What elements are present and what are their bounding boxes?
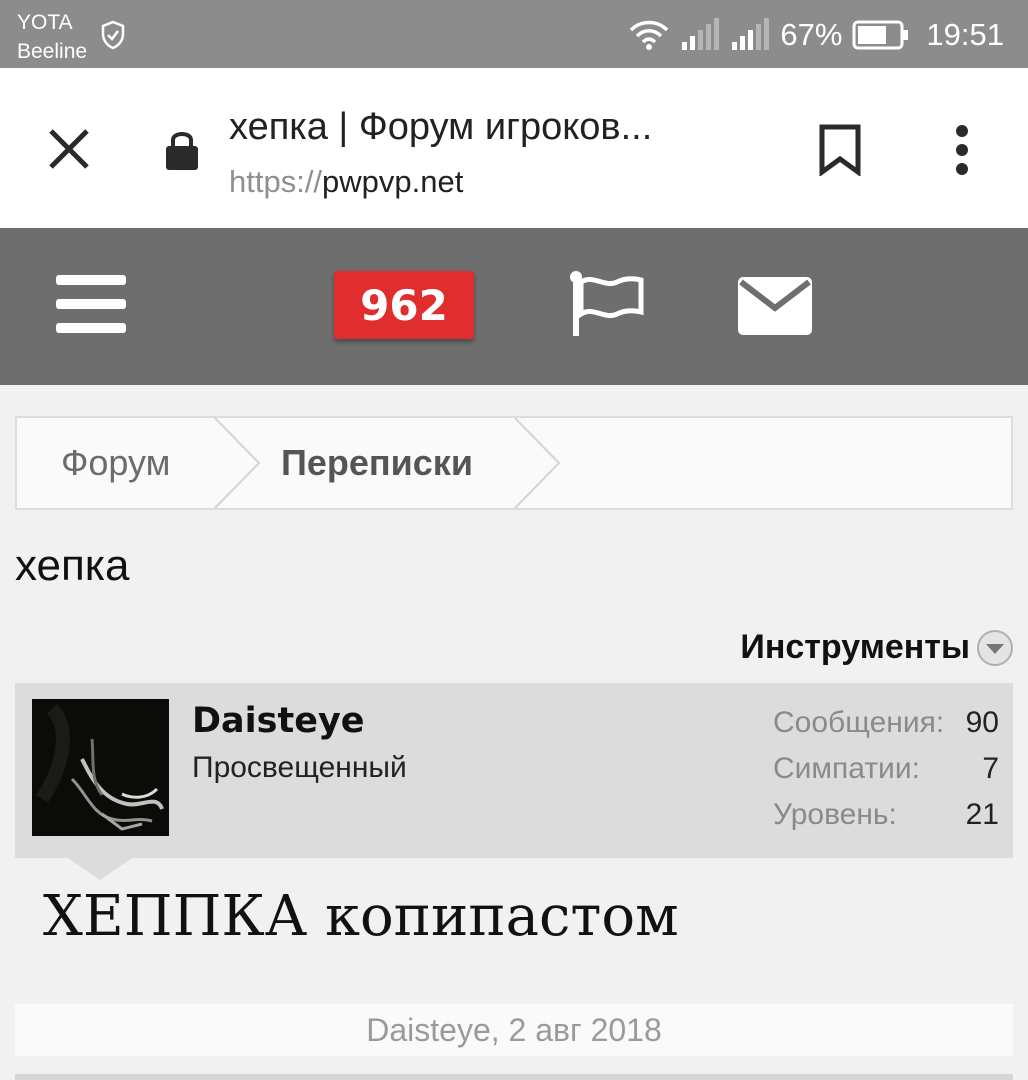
stat-label: Сообщения: [773,706,945,739]
page-url[interactable]: https://pwpvp.net [229,164,463,200]
vpn-shield-icon [101,20,125,50]
battery-icon [852,20,909,50]
stat-value: 7 [982,752,999,785]
lock-icon [166,132,198,170]
url-host: pwpvp.net [322,164,464,199]
breadcrumb-item-forum[interactable]: Форум [61,418,170,508]
carrier-info: YOTA Beeline [17,8,87,66]
username[interactable]: Daisteye [192,701,365,741]
wifi-icon [630,20,669,50]
card-pointer [68,858,132,880]
menu-icon[interactable] [56,275,126,333]
notification-badge[interactable]: 962 [334,271,474,339]
stat-messages: Сообщения: 90 [773,703,999,749]
url-scheme: https:// [229,164,323,199]
avatar-image [32,699,169,836]
stat-label: Уровень: [773,798,897,831]
bookmark-icon[interactable] [817,124,863,176]
stat-value: 21 [965,798,999,831]
clock: 19:51 [926,17,1004,52]
message-author-card: Daisteye Просвещенный Сообщения: 90 Симп… [15,683,1013,858]
user-title: Просвещенный [192,751,407,784]
status-bar: YOTA Beeline 67% 19:51 [0,0,1028,68]
stat-level: Уровень: 21 [773,795,999,841]
carrier-2: Beeline [17,40,88,63]
tools-dropdown[interactable]: Инструменты [740,628,1014,667]
avatar[interactable] [32,699,169,836]
mail-icon[interactable] [737,276,813,336]
battery-percent: 67% [780,17,843,52]
divider [15,1074,1013,1080]
user-stats: Сообщения: 90 Симпатии: 7 Уровень: 21 [773,703,999,841]
chevron-down-icon [977,629,1013,666]
more-vert-icon[interactable] [948,124,976,176]
breadcrumb-separator [514,418,561,508]
thread-title: хепка [15,541,130,590]
flag-icon[interactable] [569,270,645,340]
message-heading: ХЕППКА копипастом [43,884,679,949]
breadcrumb: Форум Переписки [15,416,1013,510]
breadcrumb-item-conversations[interactable]: Переписки [281,418,473,508]
status-indicators: 67% 19:51 [628,14,1004,56]
carrier-1: YOTA [17,11,73,34]
message-meta: Daisteye, 2 авг 2018 [15,1004,1013,1056]
page-title[interactable]: хепка | Форум игроков... [229,106,652,149]
browser-toolbar: хепка | Форум игроков... https://pwpvp.n… [0,68,1028,228]
signal-icon [682,18,720,50]
breadcrumb-separator [214,418,261,508]
stat-likes: Симпатии: 7 [773,749,999,795]
stat-value: 90 [965,706,999,739]
close-icon[interactable] [44,124,94,174]
stat-label: Симпатии: [773,752,920,785]
forum-nav-bar: 962 [0,228,1028,385]
tools-label: Инструменты [740,628,970,666]
signal-icon [732,18,770,50]
